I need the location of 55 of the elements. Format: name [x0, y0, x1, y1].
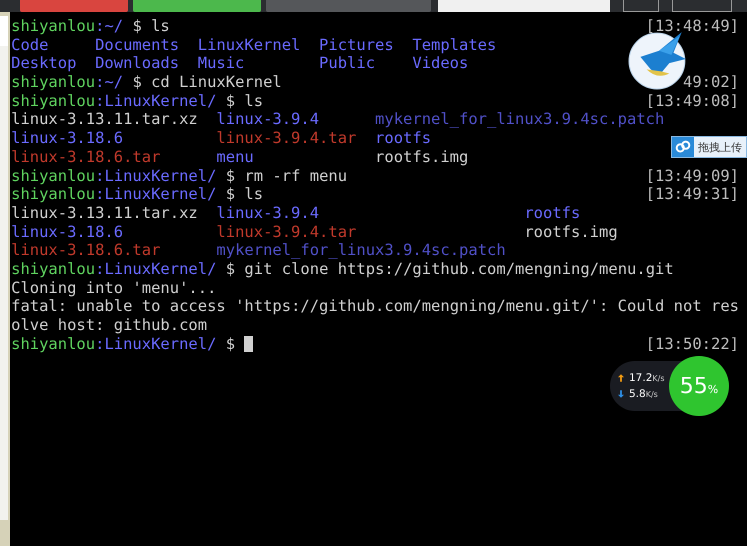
upload-rate: 17.2K/s: [629, 372, 664, 384]
output-line: Cloning into 'menu'...: [11, 278, 216, 298]
file-name: rootfs.img: [375, 148, 470, 167]
file-name: linux-3.18.6.tar: [11, 241, 162, 260]
file-name: Code: [11, 36, 50, 54]
file-name: mykernel_for_linux3.9.4sc.patch: [216, 241, 507, 260]
prompt-line: shiyanlou:~/ $ ls: [11, 17, 170, 36]
file-name: Desktop: [11, 54, 78, 74]
toolbar-button[interactable]: [20, 0, 128, 12]
file-name: rootfs: [375, 129, 432, 148]
prompt-line: shiyanlou:~/ $ cd LinuxKernel: [11, 73, 282, 92]
file-name: rootfs: [524, 204, 582, 223]
upload-button[interactable]: 拖拽上传: [671, 136, 747, 158]
toolbar-button[interactable]: [133, 0, 261, 12]
fullscreen-button[interactable]: [623, 0, 659, 12]
file-name: Documents: [95, 36, 180, 54]
prompt-line: shiyanlou:LinuxKernel/ $ ls: [11, 185, 264, 204]
file-name: linux-3.18.6: [11, 222, 124, 242]
download-rate: 5.8K/s: [629, 388, 658, 400]
memory-gauge: 55%: [669, 356, 729, 416]
timestamp: [13:49:31]: [646, 185, 739, 204]
file-name: Videos: [412, 54, 470, 74]
prompt-line: shiyanlou:LinuxKernel/ $: [11, 334, 236, 354]
file-name: linux-3.9.4: [216, 110, 320, 130]
output-line: fatal: unable to access 'https://github.com/mengning/menu.git/': Could not res: [11, 297, 739, 316]
timestamp: [13:49:08]: [646, 92, 739, 110]
prompt-line: shiyanlou:LinuxKernel/ $ git clone https://github.com/mengning/menu.git: [11, 260, 674, 279]
down-arrow-icon: [618, 390, 624, 398]
up-arrow-icon: [618, 374, 624, 382]
output-line: olve host: github.com: [11, 316, 208, 335]
window-button[interactable]: [672, 0, 732, 12]
timestamp: 49:02]: [683, 73, 739, 92]
file-name: linux-3.18.6: [11, 129, 124, 148]
file-name: LinuxKernel: [198, 36, 302, 54]
timestamp: [13:48:49]: [646, 17, 739, 36]
file-name: Downloads: [95, 54, 180, 74]
prompt-line: shiyanlou:LinuxKernel/ $ ls: [11, 92, 264, 110]
file-name: linux-3.13.11.tar.xz: [11, 204, 199, 223]
file-name: Templates: [412, 36, 496, 54]
file-name: Public: [319, 54, 376, 74]
file-name: linux-3.13.11.tar.xz: [11, 110, 199, 130]
file-name: Music: [198, 54, 246, 74]
prompt-line: shiyanlou:LinuxKernel/ $ rm -rf menu: [11, 166, 348, 186]
file-name: rootfs.img: [524, 222, 618, 242]
file-name: linux-3.9.4: [216, 204, 320, 223]
file-name: mykernel_for_linux3.9.4sc.patch: [375, 110, 664, 130]
file-name: menu: [216, 148, 255, 167]
file-name: linux-3.9.4.tar: [216, 222, 358, 242]
toolbar-button[interactable]: [266, 0, 431, 12]
file-name: linux-3.9.4.tar: [216, 129, 358, 148]
file-name: Pictures: [319, 36, 395, 54]
timestamp: [13:50:22]: [646, 334, 739, 354]
timestamp: [13:49:09]: [646, 166, 739, 186]
link-icon: [672, 137, 694, 157]
file-name: linux-3.18.6.tar: [11, 148, 162, 167]
